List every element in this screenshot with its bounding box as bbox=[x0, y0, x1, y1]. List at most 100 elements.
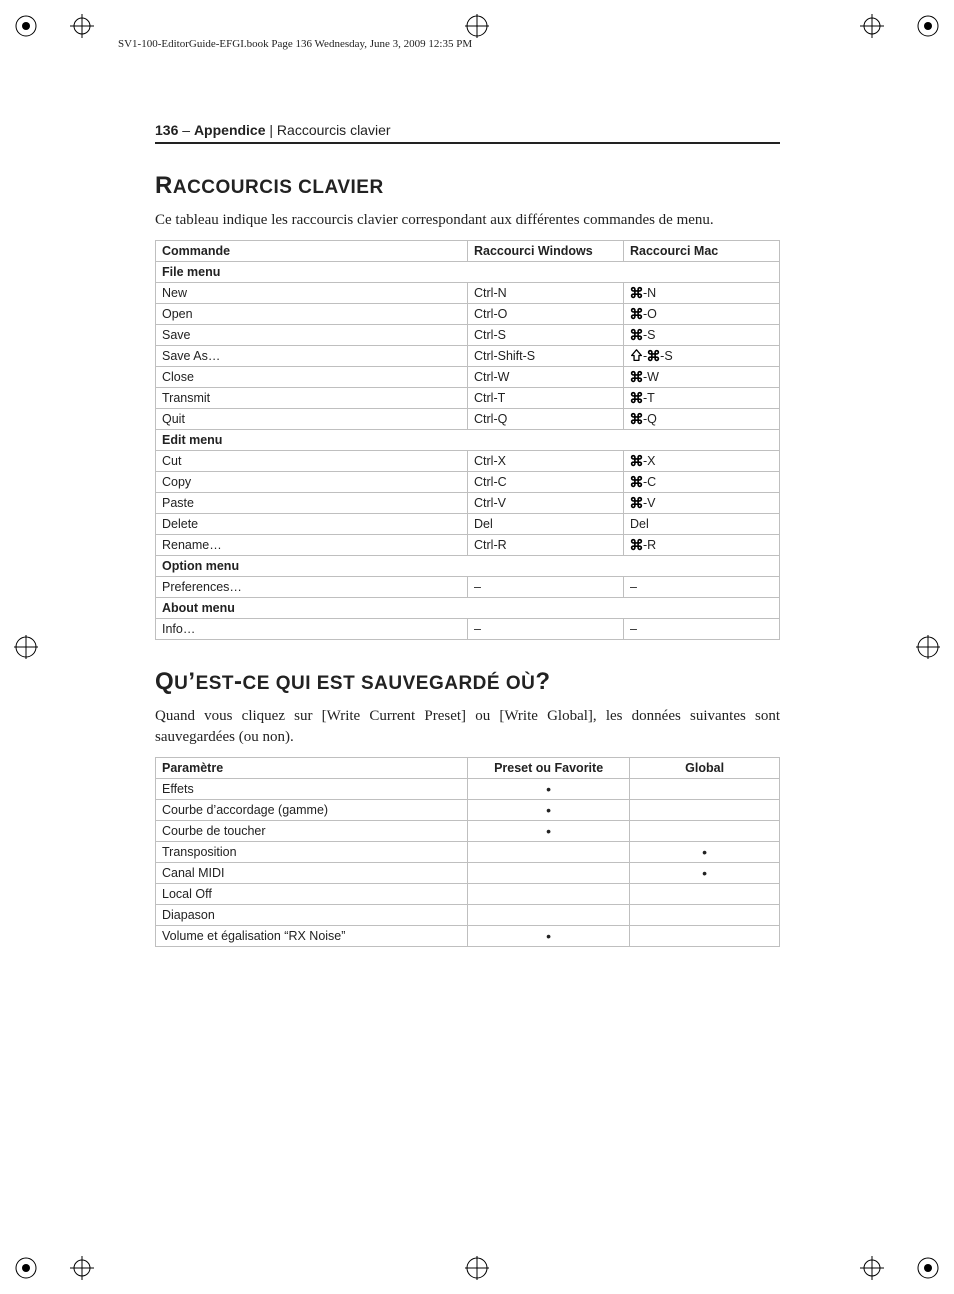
mac-shortcut: Del bbox=[624, 514, 780, 535]
command-icon bbox=[630, 454, 643, 467]
cmd-name: Paste bbox=[156, 493, 468, 514]
col-mac: Raccourci Mac bbox=[624, 241, 780, 262]
command-icon bbox=[630, 286, 643, 299]
intro-shortcuts: Ce tableau indique les raccourcis clavie… bbox=[155, 210, 780, 230]
table-section: File menu bbox=[156, 262, 780, 283]
mac-shortcut: – bbox=[624, 577, 780, 598]
cmd-name: Save As… bbox=[156, 346, 468, 367]
global-cell bbox=[630, 778, 780, 799]
table-row: OpenCtrl-O-O bbox=[156, 304, 780, 325]
regmark-icon bbox=[916, 635, 940, 659]
regmark-icon bbox=[70, 14, 94, 38]
cmd-name: Save bbox=[156, 325, 468, 346]
mac-shortcut: -V bbox=[624, 493, 780, 514]
global-cell: • bbox=[630, 862, 780, 883]
win-shortcut: Ctrl-X bbox=[468, 451, 624, 472]
table-row: Info…–– bbox=[156, 619, 780, 640]
global-cell bbox=[630, 925, 780, 946]
mac-shortcut: – bbox=[624, 619, 780, 640]
param-name: Courbe de toucher bbox=[156, 820, 468, 841]
global-cell: • bbox=[630, 841, 780, 862]
table-row: Transposition • bbox=[156, 841, 780, 862]
table-row: CopyCtrl-C-C bbox=[156, 472, 780, 493]
col-param: Paramètre bbox=[156, 757, 468, 778]
mac-shortcut: -X bbox=[624, 451, 780, 472]
table-row: Diapason bbox=[156, 904, 780, 925]
table-row: DeleteDelDel bbox=[156, 514, 780, 535]
win-shortcut: Ctrl-S bbox=[468, 325, 624, 346]
table-row: PasteCtrl-V-V bbox=[156, 493, 780, 514]
command-icon bbox=[630, 370, 643, 383]
preset-cell: • bbox=[468, 799, 630, 820]
mac-shortcut: -N bbox=[624, 283, 780, 304]
param-name: Local Off bbox=[156, 883, 468, 904]
param-name: Transposition bbox=[156, 841, 468, 862]
col-command: Commande bbox=[156, 241, 468, 262]
table-row: Local Off bbox=[156, 883, 780, 904]
table-row: Rename…Ctrl-R-R bbox=[156, 535, 780, 556]
section-label: File menu bbox=[156, 262, 780, 283]
param-name: Courbe d’accordage (gamme) bbox=[156, 799, 468, 820]
table-row: Courbe d’accordage (gamme)• bbox=[156, 799, 780, 820]
cmd-name: Open bbox=[156, 304, 468, 325]
table-section: About menu bbox=[156, 598, 780, 619]
cmd-name: Close bbox=[156, 367, 468, 388]
table-section: Option menu bbox=[156, 556, 780, 577]
preset-cell: • bbox=[468, 820, 630, 841]
win-shortcut: Ctrl-O bbox=[468, 304, 624, 325]
command-icon bbox=[647, 349, 660, 362]
col-windows: Raccourci Windows bbox=[468, 241, 624, 262]
regmark-icon bbox=[14, 635, 38, 659]
mac-shortcut: -Q bbox=[624, 409, 780, 430]
table-section: Edit menu bbox=[156, 430, 780, 451]
command-icon bbox=[630, 538, 643, 551]
table-row: Save As…Ctrl-Shift-S--S bbox=[156, 346, 780, 367]
win-shortcut: – bbox=[468, 577, 624, 598]
regmark-icon bbox=[860, 1256, 884, 1280]
heading-saved-where: QU’EST-CE QUI EST SAUVEGARDÉ OÙ? bbox=[155, 668, 780, 696]
command-icon bbox=[630, 307, 643, 320]
mac-shortcut: -R bbox=[624, 535, 780, 556]
regmark-icon bbox=[916, 1256, 940, 1280]
table-row: TransmitCtrl-T-T bbox=[156, 388, 780, 409]
shift-icon bbox=[630, 349, 643, 362]
table-row: CutCtrl-X-X bbox=[156, 451, 780, 472]
command-icon bbox=[630, 328, 643, 341]
regmark-icon bbox=[860, 14, 884, 38]
preset-cell bbox=[468, 862, 630, 883]
section-label: About menu bbox=[156, 598, 780, 619]
regmark-icon bbox=[465, 1256, 489, 1280]
section-name: Appendice bbox=[194, 122, 266, 138]
cmd-name: Quit bbox=[156, 409, 468, 430]
win-shortcut: Ctrl-W bbox=[468, 367, 624, 388]
cmd-name: Cut bbox=[156, 451, 468, 472]
win-shortcut: Ctrl-T bbox=[468, 388, 624, 409]
table-row: CloseCtrl-W-W bbox=[156, 367, 780, 388]
global-cell bbox=[630, 820, 780, 841]
global-cell bbox=[630, 904, 780, 925]
win-shortcut: Ctrl-R bbox=[468, 535, 624, 556]
param-name: Canal MIDI bbox=[156, 862, 468, 883]
section-label: Edit menu bbox=[156, 430, 780, 451]
preset-cell bbox=[468, 904, 630, 925]
cmd-name: Rename… bbox=[156, 535, 468, 556]
page-slug: SV1-100-EditorGuide-EFGI.book Page 136 W… bbox=[118, 38, 472, 50]
heading-shortcuts: RACCOURCIS CLAVIER bbox=[155, 172, 780, 200]
global-cell bbox=[630, 883, 780, 904]
mac-shortcut: -C bbox=[624, 472, 780, 493]
table-row: Courbe de toucher• bbox=[156, 820, 780, 841]
cmd-name: Transmit bbox=[156, 388, 468, 409]
mac-shortcut: -S bbox=[624, 325, 780, 346]
cmd-name: Preferences… bbox=[156, 577, 468, 598]
table-row: NewCtrl-N-N bbox=[156, 283, 780, 304]
preset-cell bbox=[468, 883, 630, 904]
param-name: Effets bbox=[156, 778, 468, 799]
preset-cell: • bbox=[468, 778, 630, 799]
intro-saved-where: Quand vous cliquez sur [Write Current Pr… bbox=[155, 706, 780, 747]
mac-shortcut: -O bbox=[624, 304, 780, 325]
preset-cell: • bbox=[468, 925, 630, 946]
cmd-name: Delete bbox=[156, 514, 468, 535]
shortcuts-table: Commande Raccourci Windows Raccourci Mac… bbox=[155, 240, 780, 640]
regmark-icon bbox=[916, 14, 940, 38]
page-number: 136 bbox=[155, 122, 178, 138]
